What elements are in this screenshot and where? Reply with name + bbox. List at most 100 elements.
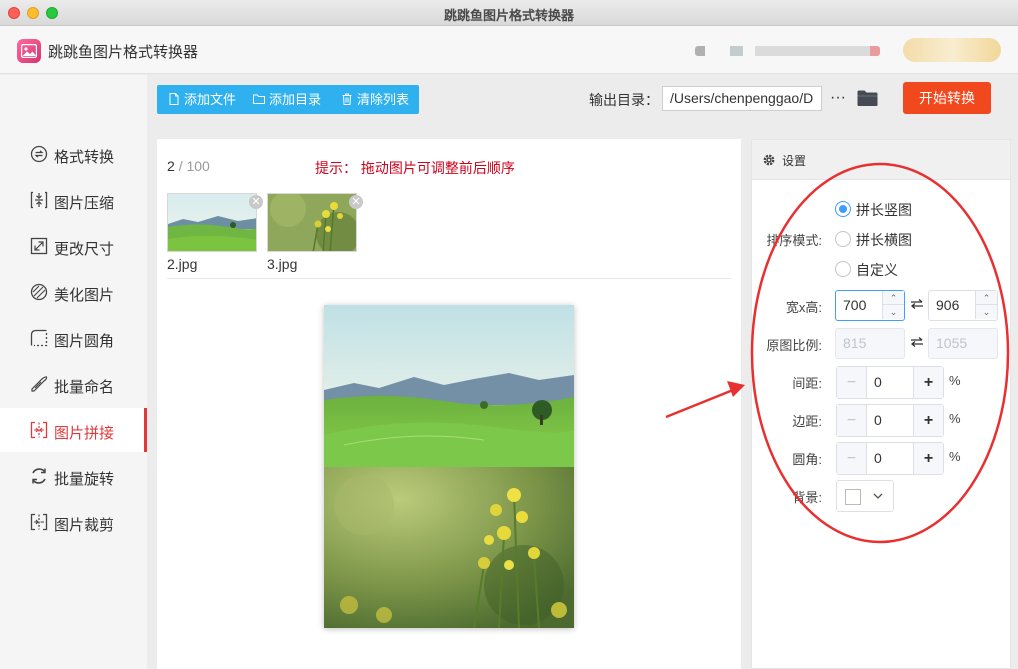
format-convert-icon [30, 145, 48, 163]
app-name: 跳跳鱼图片格式转换器 [48, 44, 199, 61]
radio-label: 拼长竖图 [856, 202, 912, 218]
trash-icon [342, 93, 352, 105]
vip-badge-blurred[interactable] [903, 38, 1001, 62]
sidebar-item-label: 批量旋转 [54, 471, 115, 488]
spacing-stepper[interactable]: − 0 + [836, 366, 944, 399]
radius-value[interactable]: 0 [874, 443, 882, 474]
background-label: 背景: [792, 490, 822, 505]
swap-ratio-icon[interactable] [910, 336, 924, 348]
round-corner-icon [30, 329, 48, 347]
radius-stepper[interactable]: − 0 + [836, 442, 944, 475]
add-folder-button[interactable]: 添加目录 [253, 85, 321, 114]
image-count-current: 2 [167, 158, 175, 174]
sidebar-item-label: 更改尺寸 [54, 241, 115, 258]
radio-label: 拼长横图 [856, 232, 912, 248]
output-dir-label: 输出目录： [589, 92, 659, 108]
radio-unselected[interactable] [835, 261, 851, 277]
file-name-label: 3.jpg [267, 256, 298, 272]
remove-image-button[interactable]: ✕ [249, 195, 263, 209]
ratio-height-input: 1055 [928, 328, 998, 359]
clear-list-button[interactable]: 清除列表 [341, 85, 409, 114]
margin-value[interactable]: 0 [874, 405, 882, 436]
width-value: 700 [843, 297, 867, 313]
radio-label: 自定义 [856, 262, 898, 278]
add-folder-label: 添加目录 [269, 92, 322, 107]
beautify-icon [30, 283, 48, 301]
chevron-down-icon [873, 493, 883, 499]
spacing-unit: % [949, 373, 961, 388]
sidebar-item-stitch[interactable]: 图片拼接 [0, 408, 147, 452]
image-count-total: / 100 [178, 158, 210, 174]
height-increment-button[interactable]: ⌃ [975, 291, 997, 305]
height-value: 906 [936, 297, 960, 313]
radius-decrement-button[interactable]: − [837, 443, 867, 474]
sidebar-item-compress[interactable]: 图片压缩 [0, 178, 147, 222]
radio-unselected[interactable] [835, 231, 851, 247]
spacing-increment-button[interactable]: + [913, 367, 943, 398]
radio-selected[interactable] [835, 201, 851, 217]
stitched-image [324, 305, 574, 628]
radius-label: 圆角: [792, 452, 822, 467]
width-increment-button[interactable]: ⌃ [882, 291, 904, 305]
ratio-height-value: 1055 [936, 335, 968, 351]
landscape-image [168, 194, 256, 251]
width-decrement-button[interactable]: ⌄ [882, 305, 904, 319]
remove-image-button[interactable]: ✕ [349, 195, 363, 209]
spacing-label: 间距: [792, 376, 822, 391]
compress-icon [30, 191, 48, 209]
folder-icon [253, 94, 265, 104]
swap-dimensions-icon[interactable] [910, 298, 924, 310]
settings-panel: 设置 排序模式: 拼长竖图 拼长横图 自定义 宽x高: 700 ⌃ ⌄ 906 … [751, 139, 1011, 669]
rotate-icon [32, 468, 46, 484]
background-color-picker[interactable] [836, 480, 894, 512]
stitch-preview [324, 305, 574, 628]
spacing-value[interactable]: 0 [874, 367, 882, 398]
order-mode-label: 排序模式: [766, 233, 822, 248]
radius-increment-button[interactable]: + [913, 443, 943, 474]
image-count: 2 / 100 [167, 158, 210, 174]
file-toolbar: 添加文件 添加目录 清除列表 [157, 85, 419, 114]
file-icon [169, 93, 179, 105]
margin-increment-button[interactable]: + [913, 405, 943, 436]
drag-hint: 提示： 拖动图片可调整前后顺序 [315, 160, 515, 176]
margin-label: 边距: [792, 414, 822, 429]
width-input[interactable]: 700 ⌃ ⌄ [835, 290, 905, 321]
thumbnail-flowers[interactable] [267, 193, 357, 252]
app-logo-icon [17, 39, 41, 63]
stitch-icon [30, 421, 48, 439]
height-decrement-button[interactable]: ⌄ [975, 305, 997, 319]
sidebar-item-rename[interactable]: 批量命名 [0, 362, 147, 406]
ratio-width-input: 815 [835, 328, 905, 359]
app-header: 跳跳鱼图片格式转换器 [0, 26, 1018, 74]
height-input[interactable]: 906 ⌃ ⌄ [928, 290, 998, 321]
margin-decrement-button[interactable]: − [837, 405, 867, 436]
sidebar-item-format-convert[interactable]: 格式转换 [0, 132, 147, 176]
sidebar-item-rotate[interactable]: 批量旋转 [0, 454, 147, 498]
settings-header: 设置 [752, 140, 1010, 180]
sidebar-item-resize[interactable]: 更改尺寸 [0, 224, 147, 268]
margin-stepper[interactable]: − 0 + [836, 404, 944, 437]
add-file-button[interactable]: 添加文件 [168, 85, 236, 114]
file-name-label: 2.jpg [167, 256, 198, 272]
output-dir-input[interactable]: /Users/chenpenggao/D [662, 86, 822, 111]
sidebar-item-round-corner[interactable]: 图片圆角 [0, 316, 147, 360]
sidebar-item-crop[interactable]: 图片裁剪 [0, 500, 147, 544]
gear-icon [763, 154, 775, 166]
browse-more-button[interactable]: ··· [830, 89, 846, 107]
original-ratio-label: 原图比例: [766, 338, 822, 353]
rename-icon [31, 376, 48, 392]
crop-icon [30, 513, 48, 531]
thumbnail-landscape[interactable] [167, 193, 257, 252]
open-folder-icon[interactable] [857, 89, 878, 107]
add-file-label: 添加文件 [184, 92, 237, 107]
user-info-blurred[interactable] [695, 46, 880, 56]
spacing-decrement-button[interactable]: − [837, 367, 867, 398]
resize-icon [30, 237, 48, 255]
sidebar-item-beautify[interactable]: 美化图片 [0, 270, 147, 314]
list-divider [167, 278, 731, 279]
ratio-width-value: 815 [843, 335, 867, 351]
start-convert-button[interactable]: 开始转换 [903, 82, 991, 114]
image-list-panel: 2 / 100 提示： 拖动图片可调整前后顺序 ✕ 2.jpg ✕ 3.jpg [157, 139, 741, 669]
settings-title: 设置 [782, 154, 807, 168]
size-label: 宽x高: [785, 300, 822, 315]
